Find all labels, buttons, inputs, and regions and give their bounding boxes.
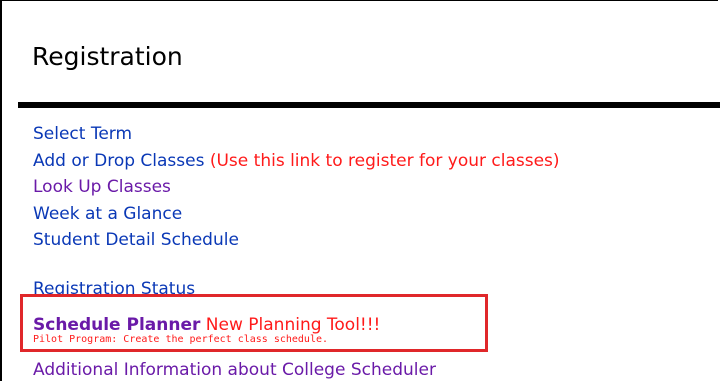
week-at-a-glance-link[interactable]: Week at a Glance [33, 204, 182, 224]
menu-item-registration-status: Registration Status [33, 276, 195, 294]
select-term-link[interactable]: Select Term [33, 124, 132, 144]
menu-item-select-term: Select Term [33, 121, 560, 148]
add-drop-note: (Use this link to register for your clas… [204, 150, 560, 171]
schedule-planner-highlight-box [20, 294, 488, 352]
additional-information-link[interactable]: Additional Information about College Sch… [33, 360, 436, 380]
student-detail-schedule-link[interactable]: Student Detail Schedule [33, 230, 239, 250]
registration-menu: Select Term Add or Drop Classes (Use thi… [33, 121, 560, 254]
menu-item-week-glance: Week at a Glance [33, 201, 560, 228]
heading-divider [18, 102, 720, 108]
menu-item-add-drop: Add or Drop Classes (Use this link to re… [33, 148, 560, 175]
registration-status-link[interactable]: Registration Status [33, 279, 195, 294]
page-title: Registration [32, 42, 183, 71]
menu-item-additional-info: Additional Information about College Sch… [33, 357, 436, 383]
menu-item-look-up: Look Up Classes [33, 174, 560, 201]
look-up-classes-link[interactable]: Look Up Classes [33, 177, 171, 197]
menu-item-detail-schedule: Student Detail Schedule [33, 227, 560, 254]
add-drop-classes-link[interactable]: Add or Drop Classes [33, 151, 204, 171]
